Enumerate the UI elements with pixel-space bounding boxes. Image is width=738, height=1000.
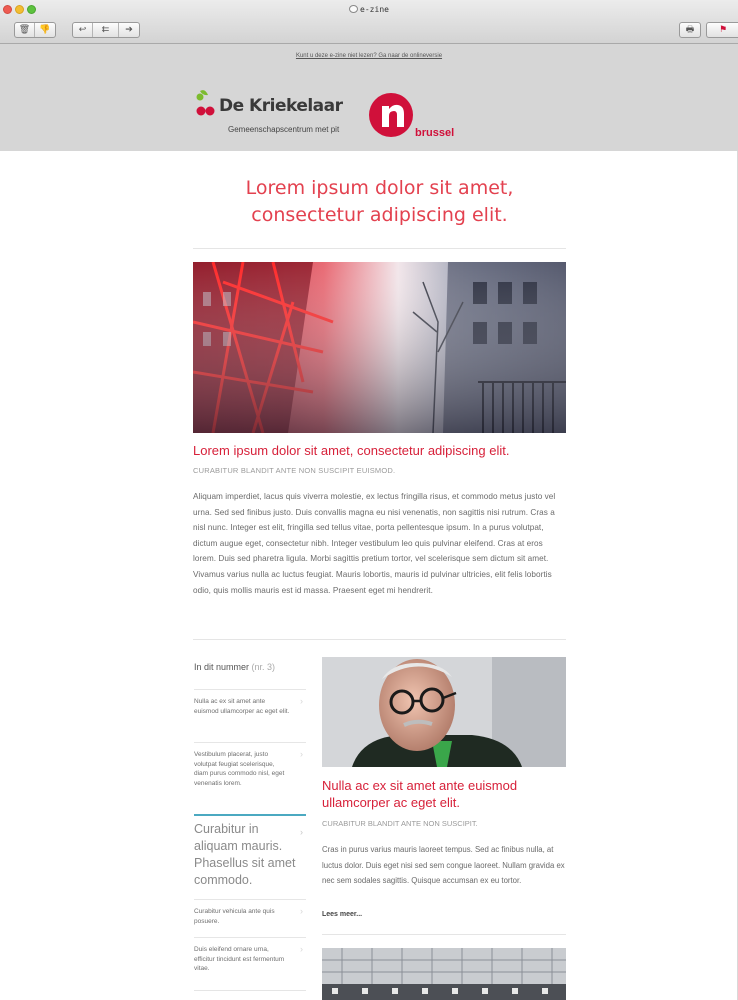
thumbs-down-icon: 👎 (39, 25, 51, 35)
sidebar-item-label: Duis eleifend ornare urna, efficitur tin… (194, 946, 285, 972)
sidebar-item-label: Vestibulum placerat, justo volutpat feug… (194, 751, 285, 787)
sidebar-item[interactable]: Vestibulum placerat, justo volutpat feug… (194, 742, 306, 788)
toolbar-flag-group: ⚑ (706, 22, 738, 38)
sidebar-item-label: Curabitur vehicula ante quis posuere. (194, 908, 275, 925)
featured-article-body: Aliquam imperdiet, lacus quis viverra mo… (193, 492, 556, 595)
flag-icon: ⚑ (718, 25, 728, 35)
featured-article-kicker: CURABITUR BLANDIT ANTE NON SUSCIPIT EUIS… (193, 466, 396, 475)
chevron-right-icon: › (300, 696, 303, 706)
print-button[interactable]: 🖶 (680, 23, 700, 37)
forward-button[interactable]: ➔ (119, 23, 139, 37)
delete-button[interactable]: 🗑 (15, 23, 35, 37)
divider (322, 934, 566, 935)
online-version-link[interactable]: Kunt u deze e-zine niet lezen? Ga naar d… (0, 53, 738, 59)
issue-heading: In dit nummer (nr. 3) (194, 662, 276, 672)
kriekelaar-logo: De Kriekelaar (219, 96, 343, 116)
cherry-logo-icon (196, 90, 215, 116)
divider (193, 639, 566, 640)
toolbar-print-group: 🖶 (679, 22, 701, 38)
chevron-right-icon: › (300, 827, 303, 837)
sidebar-item-label: Nulla ac ex sit amet ante euismod ullamc… (194, 698, 290, 715)
featured-article-title[interactable]: Lorem ipsum dolor sit amet, consectetur … (193, 443, 566, 458)
junk-button[interactable]: 👎 (35, 23, 55, 37)
sidebar-item[interactable]: Nulla ac ex sit amet ante euismod ullamc… (194, 689, 306, 716)
chevron-right-icon: › (300, 906, 303, 916)
issue-number: (nr. 3) (251, 662, 276, 672)
reply-all-button[interactable]: ⇇ (93, 23, 119, 37)
logo-tagline: Gemeenschapscentrum met pit (228, 125, 340, 134)
page-headline: Lorem ipsum dolor sit amet, consectetur … (245, 177, 514, 226)
forward-icon: ➔ (125, 25, 133, 35)
hero-image[interactable] (193, 262, 566, 433)
article-title[interactable]: Nulla ac ex sit amet ante euismod ullamc… (322, 777, 566, 811)
read-more-link[interactable]: Lees meer... (322, 911, 362, 918)
window-title: e-zine (0, 5, 738, 14)
reply-icon: ↩ (78, 25, 87, 35)
toolbar-reply-group: ↩ ⇇ ➔ (72, 22, 140, 38)
article-thumbnail-image[interactable] (322, 948, 566, 1000)
sidebar-item-active[interactable]: Curabitur in aliquam mauris. Phasellus s… (194, 814, 306, 889)
article-body: Cras in purus varius mauris laoreet temp… (322, 845, 565, 886)
reply-all-icon: ⇇ (101, 25, 110, 35)
divider (193, 248, 566, 249)
trash-icon: 🗑 (18, 25, 31, 35)
sidebar-item[interactable]: Duis eleifend ornare urna, efficitur tin… (194, 937, 306, 974)
brussel-logo-text: brussel (415, 127, 455, 139)
toolbar-delete-group: 🗑 👎 (14, 22, 56, 38)
chevron-right-icon: › (300, 944, 303, 954)
window-titlebar: e-zine 🗑 👎 ↩ ⇇ ➔ 🖶 ⚑ (0, 0, 738, 44)
article-portrait-image[interactable] (322, 657, 566, 767)
flag-button[interactable]: ⚑ (707, 23, 738, 37)
sidebar-item[interactable]: Curabitur vehicula ante quis posuere. › (194, 899, 306, 926)
article-kicker: CURABITUR BLANDIT ANTE NON SUSCIPIT. (322, 819, 478, 828)
document-icon (349, 5, 359, 13)
reply-button[interactable]: ↩ (73, 23, 93, 37)
divider (194, 990, 306, 991)
print-icon: 🖶 (685, 25, 695, 35)
chevron-right-icon: › (300, 749, 303, 759)
n-brussel-logo-icon (369, 93, 413, 137)
sidebar-item-label: Curabitur in aliquam mauris. Phasellus s… (194, 822, 296, 887)
